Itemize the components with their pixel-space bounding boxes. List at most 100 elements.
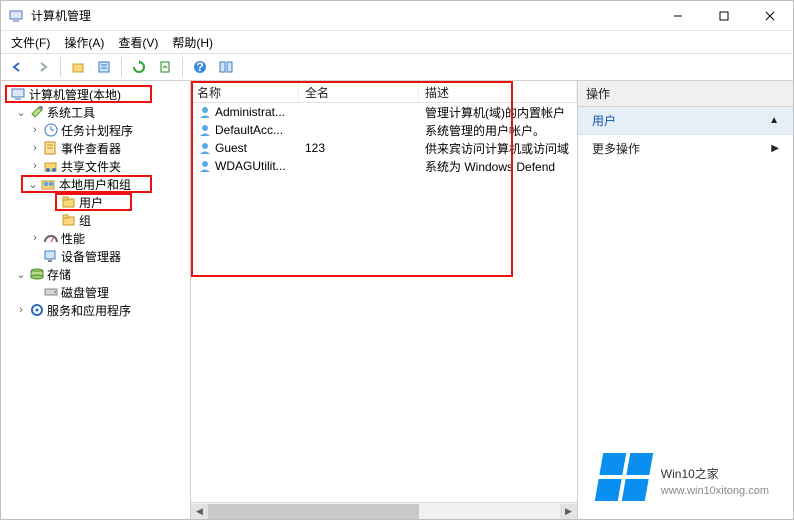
col-name[interactable]: 名称 [191, 81, 299, 102]
tree-eventvwr-label: 事件查看器 [61, 140, 121, 157]
export-button[interactable] [153, 56, 177, 78]
tree-diskmgmt[interactable]: 磁盘管理 [1, 283, 190, 301]
chevron-right-icon[interactable]: › [29, 232, 41, 244]
user-icon [197, 104, 213, 120]
scroll-track[interactable] [208, 504, 560, 519]
user-icon [197, 158, 213, 174]
cell-name: Guest [215, 141, 247, 155]
chevron-right-icon[interactable]: › [15, 304, 27, 316]
properties-button[interactable] [92, 56, 116, 78]
list-row[interactable]: Guest 123 供来宾访问计算机或访问域 [191, 139, 577, 157]
menu-action[interactable]: 操作(A) [64, 34, 104, 51]
shared-folder-icon [43, 158, 59, 174]
tree-services-label: 服务和应用程序 [47, 302, 131, 319]
windows-flag-icon [595, 453, 653, 501]
tree-sharedfld[interactable]: › 共享文件夹 [1, 157, 190, 175]
svg-text:?: ? [196, 60, 203, 74]
tree-root[interactable]: 计算机管理(本地) [5, 85, 152, 103]
tree-users[interactable]: 用户 [55, 193, 132, 211]
col-desc[interactable]: 描述 [419, 81, 577, 102]
tools-icon [29, 104, 45, 120]
watermark-url: www.win10xitong.com [661, 485, 769, 497]
list-header: 名称 全名 描述 [191, 81, 577, 103]
services-icon [29, 302, 45, 318]
collapse-icon: ▲ [769, 115, 779, 126]
chevron-right-icon[interactable]: › [29, 160, 41, 172]
actions-header: 操作 [578, 81, 793, 107]
chevron-down-icon[interactable]: ⌄ [15, 268, 27, 281]
horizontal-scrollbar[interactable]: ◀ ▶ [191, 502, 577, 519]
list-row[interactable]: DefaultAcc... 系统管理的用户帐户。 [191, 121, 577, 139]
list-body: Administrat... 管理计算机(域)的内置帐户 DefaultAcc.… [191, 103, 577, 502]
titlebar: 计算机管理 [1, 1, 793, 31]
tree-localusrgrp-label: 本地用户和组 [59, 176, 131, 193]
tree-devmgr[interactable]: 设备管理器 [1, 247, 190, 265]
refresh-button[interactable] [127, 56, 151, 78]
menu-view[interactable]: 查看(V) [118, 34, 158, 51]
tree-tasksched[interactable]: › 任务计划程序 [1, 121, 190, 139]
list-panel: 名称 全名 描述 Administrat... 管理计算机(域)的内置帐户 De… [191, 81, 578, 519]
up-button[interactable] [66, 56, 90, 78]
tree-perf-label: 性能 [61, 230, 85, 247]
list-row[interactable]: Administrat... 管理计算机(域)的内置帐户 [191, 103, 577, 121]
cell-desc: 系统管理的用户帐户。 [419, 122, 577, 139]
cell-desc: 系统为 Windows Defend [419, 158, 577, 175]
tree-systools-label: 系统工具 [47, 104, 95, 121]
menubar: 文件(F) 操作(A) 查看(V) 帮助(H) [1, 31, 793, 53]
tree-storage-label: 存储 [47, 266, 71, 283]
close-button[interactable] [747, 1, 793, 31]
scroll-right-button[interactable]: ▶ [560, 504, 577, 519]
clock-icon [43, 122, 59, 138]
expand-icon: ▶ [771, 143, 779, 154]
col-fullname[interactable]: 全名 [299, 81, 419, 102]
tree-diskmgmt-label: 磁盘管理 [61, 284, 109, 301]
storage-icon [29, 266, 45, 282]
help-button[interactable]: ? [188, 56, 212, 78]
cell-fullname: 123 [299, 141, 419, 155]
scroll-thumb[interactable] [208, 504, 419, 519]
watermark-brand: Win10之家 [661, 457, 769, 485]
app-icon [9, 8, 25, 24]
actions-more-label: 更多操作 [592, 140, 640, 157]
cell-desc: 供来宾访问计算机或访问域 [419, 140, 577, 157]
cell-name: WDAGUtilit... [215, 159, 286, 173]
device-icon [43, 248, 59, 264]
menu-help[interactable]: 帮助(H) [172, 34, 213, 51]
forward-button[interactable] [31, 56, 55, 78]
tree-perf[interactable]: › 性能 [1, 229, 190, 247]
list-row[interactable]: WDAGUtilit... 系统为 Windows Defend [191, 157, 577, 175]
tree-eventvwr[interactable]: › 事件查看器 [1, 139, 190, 157]
computer-icon [11, 86, 27, 102]
perf-icon [43, 230, 59, 246]
actions-users[interactable]: 用户 ▲ [578, 107, 793, 135]
tree-groups[interactable]: 组 [1, 211, 190, 229]
cell-name: Administrat... [215, 105, 285, 119]
chevron-right-icon[interactable]: › [29, 124, 41, 136]
watermark: Win10之家 www.win10xitong.com [599, 453, 769, 501]
user-icon [197, 140, 213, 156]
chevron-down-icon[interactable]: ⌄ [15, 106, 27, 119]
tree-localusrgrp[interactable]: ⌄ 本地用户和组 [21, 175, 152, 193]
maximize-button[interactable] [701, 1, 747, 31]
folder-icon [61, 212, 77, 228]
tree-systools[interactable]: ⌄ 系统工具 [1, 103, 190, 121]
log-icon [43, 140, 59, 156]
tree-storage[interactable]: ⌄ 存储 [1, 265, 190, 283]
tree-users-label: 用户 [79, 194, 103, 211]
view-button[interactable] [214, 56, 238, 78]
tree-services[interactable]: › 服务和应用程序 [1, 301, 190, 319]
cell-desc: 管理计算机(域)的内置帐户 [419, 104, 577, 121]
tree-sharedfld-label: 共享文件夹 [61, 158, 121, 175]
folder-icon [61, 194, 77, 210]
window-title: 计算机管理 [31, 7, 91, 24]
scroll-left-button[interactable]: ◀ [191, 504, 208, 519]
menu-file[interactable]: 文件(F) [11, 34, 50, 51]
minimize-button[interactable] [655, 1, 701, 31]
chevron-right-icon[interactable]: › [29, 142, 41, 154]
actions-more[interactable]: 更多操作 ▶ [578, 135, 793, 162]
chevron-down-icon[interactable]: ⌄ [27, 178, 39, 191]
tree-root-label: 计算机管理(本地) [29, 86, 121, 103]
tree-devmgr-label: 设备管理器 [61, 248, 121, 265]
disk-icon [43, 284, 59, 300]
back-button[interactable] [5, 56, 29, 78]
